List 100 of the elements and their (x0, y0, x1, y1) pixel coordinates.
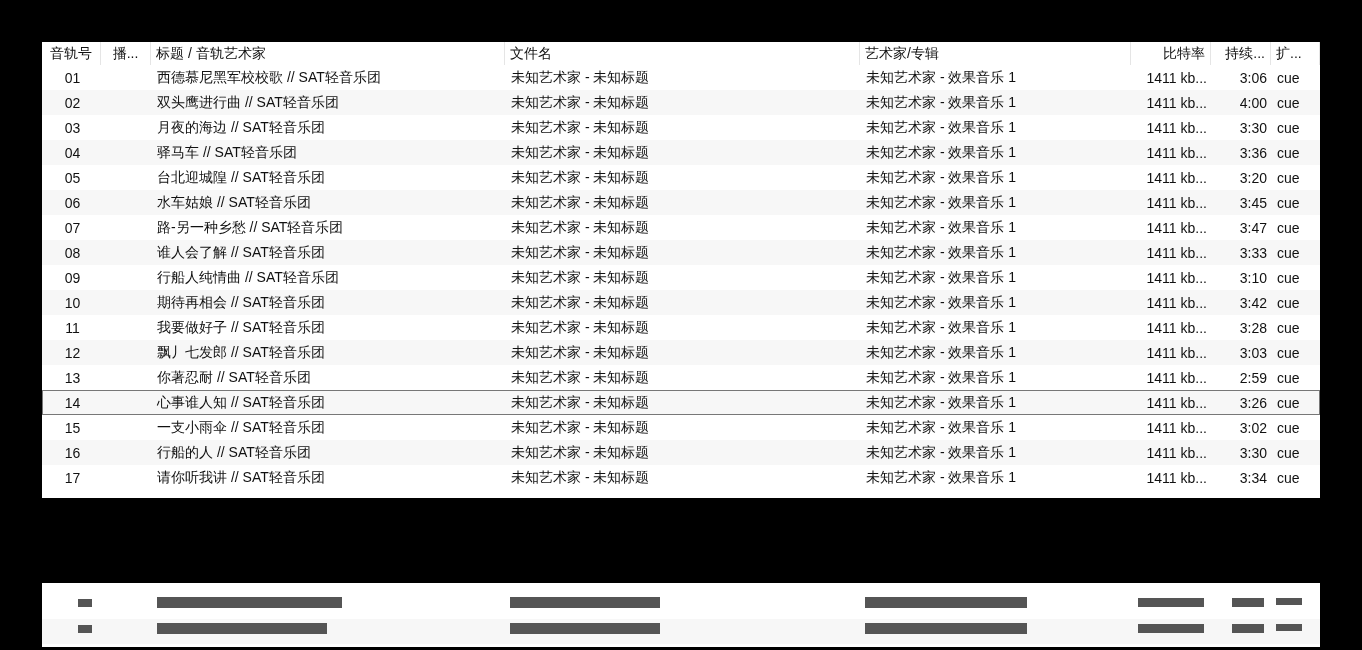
track-row[interactable]: 14 心事谁人知 // SAT轻音乐团 未知艺术家 - 未知标题 未知艺术家 - 效果音乐 1 1411 kb... 3:26 cue (42, 390, 1320, 415)
table-cell-text: 02 (63, 93, 82, 113)
table-cell-text: 1411 kb... (1145, 68, 1208, 88)
table-cell-text: 3:36 (1238, 143, 1268, 163)
table-cell-text: 3:47 (1238, 218, 1268, 238)
table-cell-text: 3:30 (1238, 118, 1268, 138)
table-cell-text: cue (1276, 268, 1301, 288)
table-cell-text: cue (1276, 393, 1301, 413)
table-cell-text: 16 (63, 443, 82, 463)
table-cell-text: 3:10 (1238, 268, 1268, 288)
track-row[interactable]: 12 飘丿七发郎 // SAT轻音乐团 未知艺术家 - 未知标题 未知艺术家 - 效果音乐 1 1411 kb... 3:03 cue (42, 340, 1320, 365)
table-cell-text: 月夜的海边 // SAT轻音乐团 (156, 117, 326, 137)
track-row[interactable]: 04 驿马车 // SAT轻音乐团 未知艺术家 - 未知标题 未知艺术家 - 效果音乐 1 1411 kb... 3:36 cue (42, 140, 1320, 165)
table-cell-text: 03 (63, 118, 82, 138)
track-row[interactable]: 10 期待再相会 // SAT轻音乐团 未知艺术家 - 未知标题 未知艺术家 - 效果音乐 1 1411 kb... 3:42 cue (42, 290, 1320, 315)
table-cell-text: 11 (64, 318, 81, 338)
table-cell-text: 08 (63, 243, 82, 263)
table-cell-text: 3:34 (1238, 468, 1268, 488)
table-cell-text: cue (1276, 193, 1301, 213)
table-cell-text: 未知艺术家 - 未知标题 (510, 167, 651, 187)
table-cell-text: 07 (63, 218, 82, 238)
table-cell-text: 未知艺术家 - 效果音乐 1 (865, 242, 1018, 262)
table-cell-text: 3:33 (1238, 243, 1268, 263)
table-cell-text: cue (1276, 143, 1301, 163)
table-cell-text: 期待再相会 // SAT轻音乐团 (156, 292, 326, 312)
table-cell-text: 我要做好子 // SAT轻音乐团 (156, 317, 326, 337)
table-cell-text: 1411 kb... (1145, 268, 1208, 288)
table-cell-text: 1411 kb... (1145, 368, 1208, 388)
table-cell-text: 未知艺术家 - 未知标题 (510, 392, 651, 412)
track-row[interactable]: 02 双头鹰进行曲 // SAT轻音乐团 未知艺术家 - 未知标题 未知艺术家 - 效果音乐 1 1411 kb... 4:00 cue (42, 90, 1320, 115)
track-row[interactable]: 16 行船的人 // SAT轻音乐团 未知艺术家 - 未知标题 未知艺术家 - 效果音乐 1 1411 kb... 3:30 cue (42, 440, 1320, 465)
table-cell-text: 1411 kb... (1145, 343, 1208, 363)
table-cell-text: 12 (63, 343, 82, 363)
table-cell-text: 17 (63, 468, 82, 488)
table-cell-text: 西德慕尼黑军校校歌 // SAT轻音乐团 (156, 67, 382, 87)
table-cell-text: 未知艺术家 - 效果音乐 1 (865, 267, 1018, 287)
table-cell-text: 飘丿七发郎 // SAT轻音乐团 (156, 342, 326, 362)
table-cell-text: 1411 kb... (1145, 468, 1208, 488)
table-cell-text: 3:20 (1238, 168, 1268, 188)
table-cell-text: 1411 kb... (1145, 143, 1208, 163)
table-cell-text: 1411 kb... (1145, 118, 1208, 138)
table-cell-text: cue (1276, 318, 1301, 338)
track-row[interactable]: 08 谁人会了解 // SAT轻音乐团 未知艺术家 - 未知标题 未知艺术家 - 效果音乐 1 1411 kb... 3:33 cue (42, 240, 1320, 265)
table-cell-text: 未知艺术家 - 未知标题 (510, 467, 651, 487)
table-cell-text: 未知艺术家 - 效果音乐 1 (865, 342, 1018, 362)
table-cell-text: 09 (63, 268, 82, 288)
table-cell-text: cue (1276, 343, 1301, 363)
table-cell-text: 未知艺术家 - 效果音乐 1 (865, 292, 1018, 312)
table-cell-text: 未知艺术家 - 未知标题 (510, 67, 651, 87)
table-cell-text: 3:02 (1238, 418, 1268, 438)
table-cell-text: 你著忍耐 // SAT轻音乐团 (156, 367, 312, 387)
table-cell-text: 1411 kb... (1145, 243, 1208, 263)
table-cell-text: 未知艺术家 - 未知标题 (510, 342, 651, 362)
table-cell-text: 台北迎城隍 // SAT轻音乐团 (156, 167, 326, 187)
table-cell-text: 1411 kb... (1145, 443, 1208, 463)
table-cell-text: 14 (63, 393, 82, 413)
table-cell-text: cue (1276, 468, 1301, 488)
table-cell-text: 未知艺术家 - 未知标题 (510, 192, 651, 212)
table-cell-text: 驿马车 // SAT轻音乐团 (156, 142, 298, 162)
table-cell-text: 3:28 (1238, 318, 1268, 338)
table-cell-text: 04 (63, 143, 82, 163)
table-cell-text: 13 (63, 368, 82, 388)
table-cell-text: 未知艺术家 - 未知标题 (510, 292, 651, 312)
table-cell-text: 1411 kb... (1145, 393, 1208, 413)
table-cell-text: 1411 kb... (1145, 293, 1208, 313)
track-row[interactable]: 06 水车姑娘 // SAT轻音乐团 未知艺术家 - 未知标题 未知艺术家 - 效果音乐 1 1411 kb... 3:45 cue (42, 190, 1320, 215)
table-cell-text: 2:59 (1238, 368, 1268, 388)
table-cell-text: cue (1276, 118, 1301, 138)
table-cell-text: 1411 kb... (1145, 218, 1208, 238)
table-cell-text: cue (1276, 218, 1301, 238)
table-cell-text: 未知艺术家 - 效果音乐 1 (865, 92, 1018, 112)
table-cell-text: 未知艺术家 - 效果音乐 1 (865, 442, 1018, 462)
table-cell-text: 谁人会了解 // SAT轻音乐团 (156, 242, 326, 262)
table-cell-text: 未知艺术家 - 效果音乐 1 (865, 317, 1018, 337)
table-cell-text: 05 (63, 168, 82, 188)
table-cell-text: 未知艺术家 - 效果音乐 1 (865, 417, 1018, 437)
table-cell-text: 双头鹰进行曲 // SAT轻音乐团 (156, 92, 340, 112)
table-cell-text: 未知艺术家 - 效果音乐 1 (865, 67, 1018, 87)
table-cell-text: 10 (63, 293, 82, 313)
table-cell-text: 未知艺术家 - 未知标题 (510, 117, 651, 137)
table-cell-text: cue (1276, 93, 1301, 113)
table-cell-text: 3:30 (1238, 443, 1268, 463)
table-cell-text: 未知艺术家 - 未知标题 (510, 217, 651, 237)
table-cell-text: 未知艺术家 - 效果音乐 1 (865, 167, 1018, 187)
table-cell-text: 心事谁人知 // SAT轻音乐团 (156, 392, 326, 412)
table-cell-text: cue (1276, 168, 1301, 188)
table-cell-text: 1411 kb... (1145, 93, 1208, 113)
table-cell-text: cue (1276, 418, 1301, 438)
table-cell-text: 15 (63, 418, 82, 438)
table-cell-text: cue (1276, 243, 1301, 263)
table-cell-text: 未知艺术家 - 效果音乐 1 (865, 117, 1018, 137)
table-cell-text: cue (1276, 443, 1301, 463)
table-cell-text: 1411 kb... (1145, 418, 1208, 438)
table-cell-text: 3:45 (1238, 193, 1268, 213)
table-cell-text: 1411 kb... (1145, 168, 1208, 188)
table-cell-text: 水车姑娘 // SAT轻音乐团 (156, 192, 312, 212)
table-cell-text: 未知艺术家 - 未知标题 (510, 317, 651, 337)
table-cell-text: 未知艺术家 - 未知标题 (510, 242, 651, 262)
table-cell-text: 未知艺术家 - 未知标题 (510, 442, 651, 462)
table-cell-text: 路-另一种乡愁 // SAT轻音乐团 (156, 217, 345, 237)
